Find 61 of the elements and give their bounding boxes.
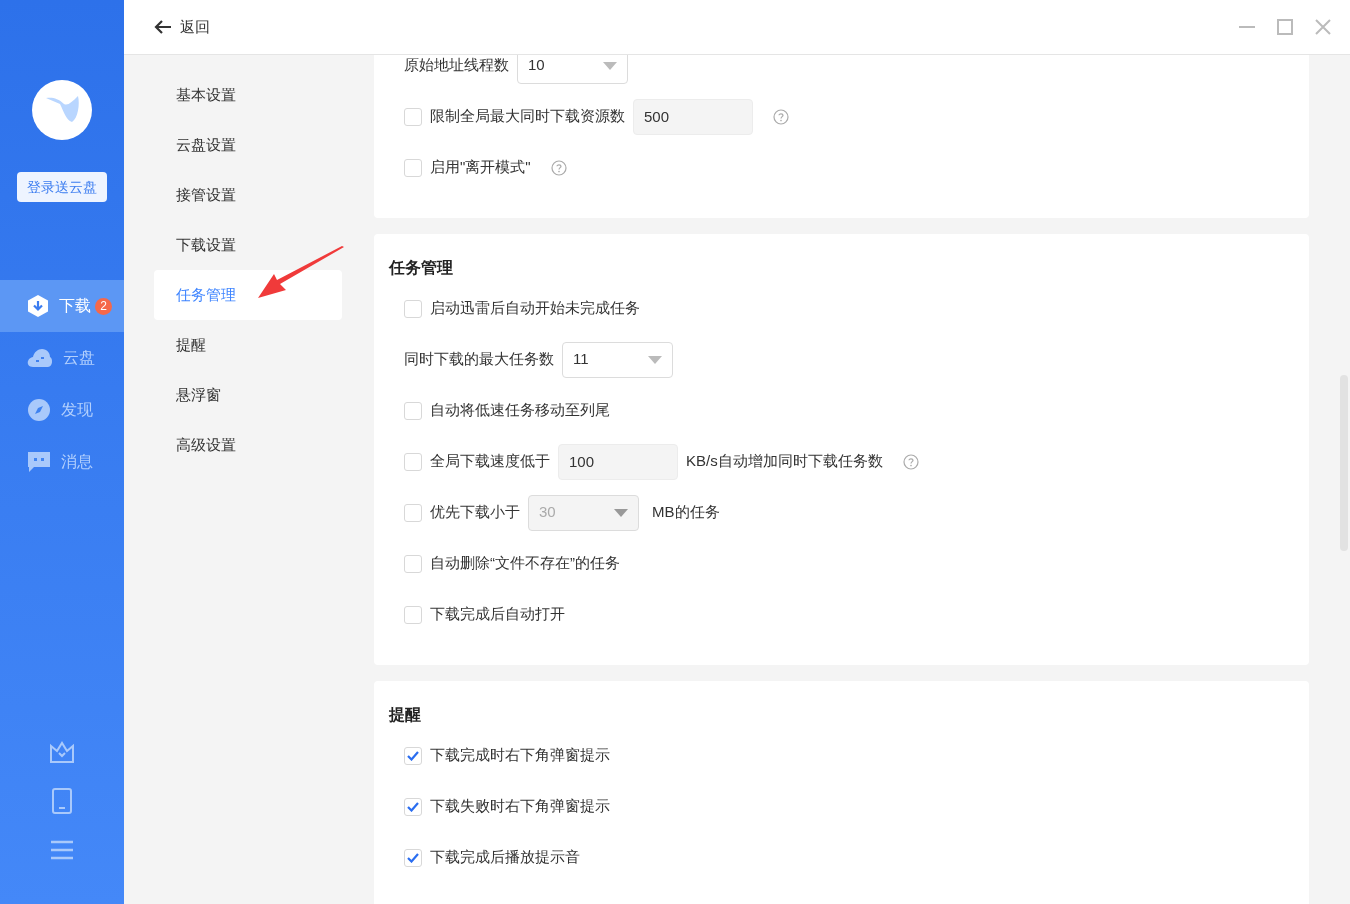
setting-label: 启用"离开模式" — [430, 157, 531, 178]
sidebar-label: 下载 — [59, 296, 91, 316]
checkbox[interactable] — [404, 554, 422, 573]
number-field[interactable]: 100 — [558, 443, 678, 480]
checkbox[interactable] — [404, 848, 422, 867]
download-icon — [27, 294, 49, 318]
settings-nav-item[interactable]: 任务管理 — [154, 270, 342, 320]
login-button[interactable]: 登录送云盘 — [17, 172, 107, 202]
help-icon[interactable] — [902, 453, 919, 470]
caret-icon — [648, 355, 662, 364]
close-icon[interactable] — [1314, 18, 1332, 36]
cloud-icon — [27, 348, 53, 368]
setting-label: 下载完成时右下角弹窗提示 — [430, 745, 610, 766]
avatar-icon[interactable] — [32, 80, 92, 140]
dropdown[interactable]: 11 — [562, 341, 673, 378]
maximize-icon[interactable] — [1276, 18, 1294, 36]
settings-nav-item[interactable]: 提醒 — [154, 320, 342, 370]
settings-nav-item[interactable]: 悬浮窗 — [154, 370, 342, 420]
back-arrow-icon — [154, 19, 172, 35]
setting-suffix: MB的任务 — [652, 502, 720, 523]
settings-nav-item[interactable]: 云盘设置 — [154, 120, 342, 170]
settings-nav-item[interactable]: 基本设置 — [154, 70, 342, 120]
setting-label: 限制全局最大同时下载资源数 — [430, 106, 625, 127]
checkbox[interactable] — [404, 503, 422, 522]
section-title: 提醒 — [387, 705, 422, 725]
number-field[interactable]: 500 — [633, 98, 753, 135]
setting-label: 自动删除“文件不存在”的任务 — [430, 553, 620, 574]
setting-label: 优先下载小于 — [430, 502, 520, 523]
setting-label: 原始地址线程数 — [404, 55, 509, 76]
checkbox[interactable] — [404, 746, 422, 765]
checkbox[interactable] — [404, 299, 422, 318]
checkbox[interactable] — [404, 158, 422, 177]
help-icon[interactable] — [550, 159, 567, 176]
settings-nav-item[interactable]: 下载设置 — [154, 220, 342, 270]
settings-nav-item[interactable]: 高级设置 — [154, 420, 342, 470]
setting-label: 下载失败时右下角弹窗提示 — [430, 796, 610, 817]
setting-label: 自动将低速任务移动至列尾 — [430, 400, 610, 421]
checkbox[interactable] — [404, 452, 422, 471]
setting-label: 下载完成后播放提示音 — [430, 847, 580, 868]
caret-icon — [603, 61, 617, 70]
sidebar-label: 消息 — [61, 452, 93, 472]
setting-label: 下载完成后自动打开 — [430, 604, 565, 625]
settings-nav-item[interactable]: 接管设置 — [154, 170, 342, 220]
chat-bubble-icon — [27, 451, 51, 473]
help-icon[interactable] — [773, 108, 789, 125]
sidebar-label: 发现 — [61, 400, 93, 420]
section-title: 任务管理 — [387, 258, 454, 278]
checkbox[interactable] — [404, 797, 422, 816]
setting-label: 全局下载速度低于 — [430, 451, 550, 472]
setting-suffix: KB/s自动增加同时下载任务数 — [686, 451, 883, 472]
caret-icon — [614, 508, 628, 517]
checkbox[interactable] — [404, 401, 422, 420]
checkbox[interactable] — [404, 107, 422, 126]
compass-icon — [27, 398, 51, 422]
setting-label: 启动迅雷后自动开始未完成任务 — [430, 298, 640, 319]
checkbox[interactable] — [404, 605, 422, 624]
sidebar-label: 云盘 — [63, 348, 95, 368]
back-button[interactable]: 返回 — [154, 15, 210, 39]
count-badge: 2 — [95, 297, 112, 315]
dropdown[interactable]: 10 — [517, 55, 628, 84]
setting-label: 同时下载的最大任务数 — [404, 349, 554, 370]
